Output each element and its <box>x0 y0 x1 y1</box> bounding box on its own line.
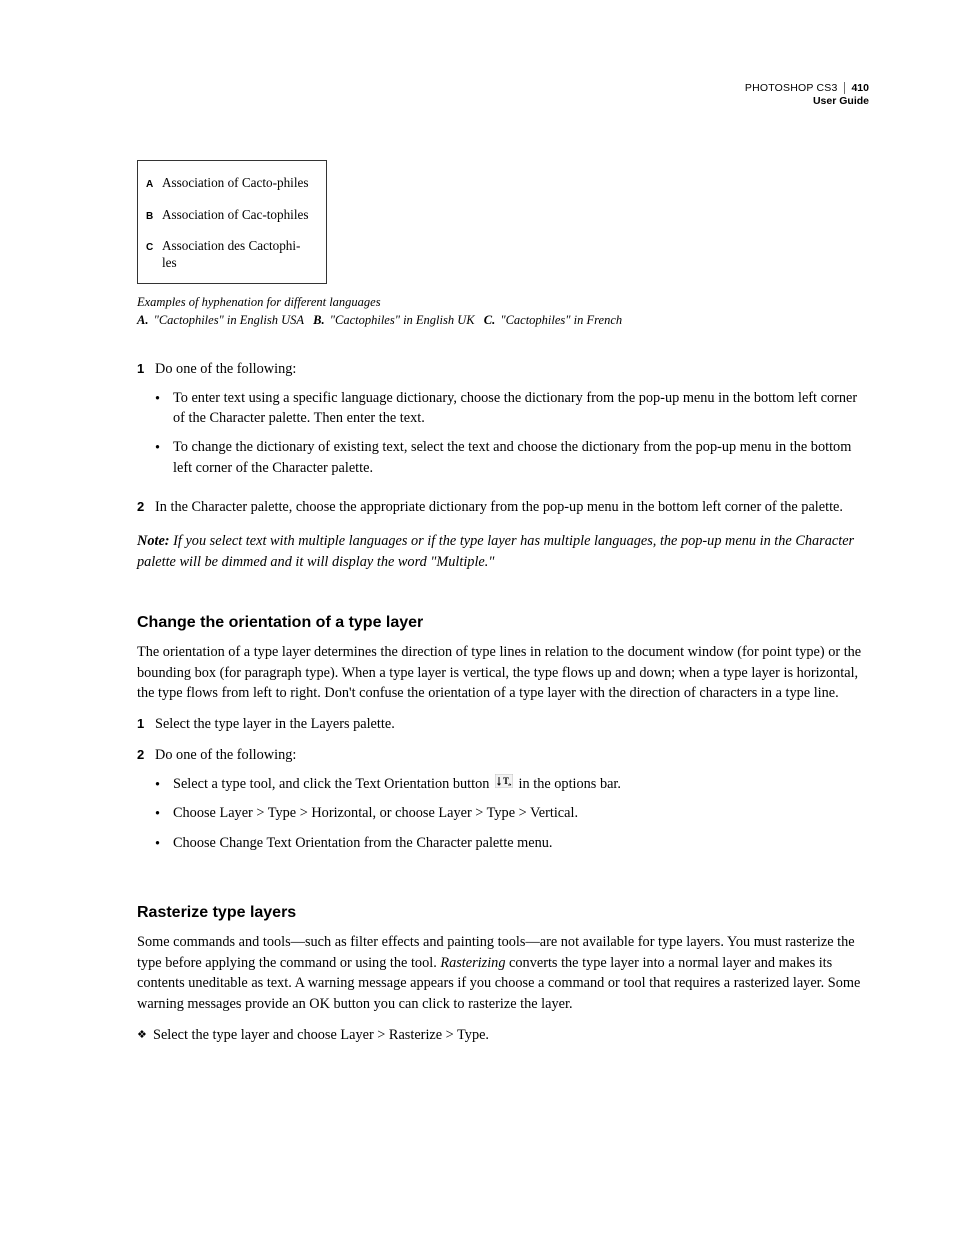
example-label-c: C <box>146 238 162 256</box>
bullet-icon: • <box>155 833 173 855</box>
section3-list: Select the type layer and choose Layer >… <box>137 1025 869 1046</box>
example-caption: Examples of hyphenation for different la… <box>137 294 869 329</box>
bullet-text-a: Select a type tool, and click the Text O… <box>173 776 489 792</box>
example-text-c: Association des Cactophi-les <box>162 238 314 271</box>
section2-intro: The orientation of a type layer determin… <box>137 642 869 704</box>
caption-a-text: "Cactophiles" in English USA <box>154 313 304 327</box>
bullet-text: Choose Change Text Orientation from the … <box>173 833 869 855</box>
bullet-text: To change the dictionary of existing tex… <box>173 437 869 478</box>
bullet-item: • Choose Change Text Orientation from th… <box>155 833 869 855</box>
bullet-icon: • <box>155 803 173 825</box>
heading-rasterize: Rasterize type layers <box>137 901 869 924</box>
example-text-a: Association of Cacto-philes <box>162 175 309 192</box>
caption-c-text: "Cactophiles" in French <box>500 313 622 327</box>
product-title: PHOTOSHOP CS3 <box>745 82 838 94</box>
note-block: Note: If you select text with multiple l… <box>137 531 869 572</box>
bullet-text: Select a type tool, and click the Text O… <box>173 774 869 796</box>
step-2-bullets: • Select a type tool, and click the Text… <box>155 774 869 855</box>
step-2: 2 Do one of the following: • Select a ty… <box>137 745 869 863</box>
text-orientation-icon: T <box>495 774 513 795</box>
page-number: 410 <box>844 82 869 94</box>
bullet-item: • Select a type tool, and click the Text… <box>155 774 869 796</box>
caption-line2: A. "Cactophiles" in English USA B. "Cact… <box>137 312 869 330</box>
svg-text:T: T <box>503 776 509 786</box>
bullet-icon: • <box>155 388 173 429</box>
caption-c-label: C. <box>484 313 495 327</box>
section3-em: Rasterizing <box>440 955 505 971</box>
bullet-item: • To change the dictionary of existing t… <box>155 437 869 478</box>
caption-b-label: B. <box>313 313 324 327</box>
step-number: 1 <box>137 714 155 735</box>
procedure-1: 1 Do one of the following: • To enter te… <box>137 359 869 517</box>
step-text: Do one of the following: <box>155 361 296 377</box>
step-1-bullets: • To enter text using a specific languag… <box>155 388 869 479</box>
example-row-c: C Association des Cactophi-les <box>146 238 314 271</box>
bullet-item: • Choose Layer > Type > Horizontal, or c… <box>155 803 869 825</box>
example-text-b: Association of Cac-tophiles <box>162 207 309 224</box>
page: PHOTOSHOP CS3 410 User Guide A Associati… <box>0 0 954 1235</box>
heading-change-orientation: Change the orientation of a type layer <box>137 611 869 634</box>
caption-b-text: "Cactophiles" in English UK <box>330 313 475 327</box>
diamond-text: Select the type layer and choose Layer >… <box>153 1025 869 1046</box>
step-text: In the Character palette, choose the app… <box>155 497 869 518</box>
section3-intro: Some commands and tools—such as filter e… <box>137 932 869 1015</box>
caption-a-label: A. <box>137 313 148 327</box>
example-row-a: A Association of Cacto-philes <box>146 175 314 193</box>
step-number: 2 <box>137 497 155 518</box>
example-label-a: A <box>146 175 162 193</box>
step-text: Do one of the following: <box>155 747 296 763</box>
step-1: 1 Select the type layer in the Layers pa… <box>137 714 869 735</box>
step-number: 1 <box>137 359 155 487</box>
bullet-text-b: in the options bar. <box>519 776 621 792</box>
page-content: A Association of Cacto-philes B Associat… <box>137 82 869 1045</box>
note-text: If you select text with multiple languag… <box>137 533 854 570</box>
guide-label: User Guide <box>745 95 869 108</box>
bullet-text: Choose Layer > Type > Horizontal, or cho… <box>173 803 869 825</box>
bullet-text: To enter text using a specific language … <box>173 388 869 429</box>
diamond-icon <box>137 1025 153 1046</box>
hyphenation-example-box: A Association of Cacto-philes B Associat… <box>137 160 327 284</box>
note-label: Note: <box>137 533 170 549</box>
bullet-item: • To enter text using a specific languag… <box>155 388 869 429</box>
step-2: 2 In the Character palette, choose the a… <box>137 497 869 518</box>
procedure-2: 1 Select the type layer in the Layers pa… <box>137 714 869 863</box>
step-number: 2 <box>137 745 155 863</box>
example-label-b: B <box>146 207 162 225</box>
page-header: PHOTOSHOP CS3 410 User Guide <box>745 82 869 108</box>
caption-line1: Examples of hyphenation for different la… <box>137 294 869 312</box>
diamond-item: Select the type layer and choose Layer >… <box>137 1025 869 1046</box>
example-row-b: B Association of Cac-tophiles <box>146 207 314 225</box>
bullet-icon: • <box>155 774 173 796</box>
step-1: 1 Do one of the following: • To enter te… <box>137 359 869 487</box>
step-text: Select the type layer in the Layers pale… <box>155 714 869 735</box>
bullet-icon: • <box>155 437 173 478</box>
